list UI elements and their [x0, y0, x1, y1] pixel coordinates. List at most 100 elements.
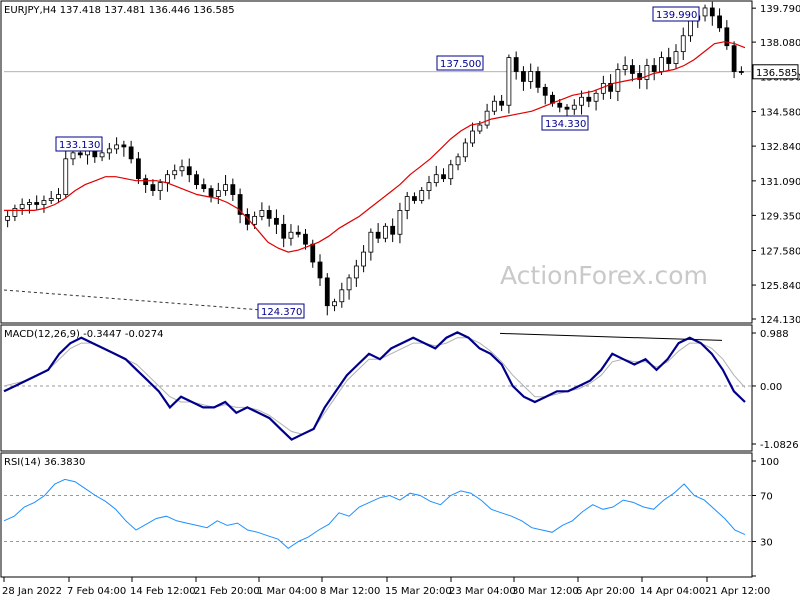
candle-body [56, 194, 61, 199]
candle-body [179, 166, 185, 172]
candle-body [121, 144, 127, 148]
candle-body [448, 164, 454, 180]
candle-body [477, 124, 483, 132]
y-tick-label: 125.840 [760, 281, 800, 292]
candle-body [63, 158, 69, 195]
chart-title: EURJPY,H4 137.418 137.481 136.446 136.58… [4, 5, 235, 16]
candle-body [252, 215, 258, 225]
candle-body [499, 100, 505, 106]
rsi-y-tick-label: 100 [760, 457, 779, 468]
x-tick-label: 21 Apr 12:00 [705, 586, 770, 597]
x-tick-label: 14 Apr 04:00 [640, 586, 705, 597]
candle-body [324, 277, 330, 307]
candle-body [673, 51, 679, 64]
candle-body [77, 152, 83, 156]
candle-body [462, 142, 468, 158]
candle-body [135, 158, 141, 180]
y-tick-label: 139.790 [760, 4, 800, 15]
chart-canvas: ActionForex.com 139.790138.080136.350134… [0, 0, 800, 600]
candle-body [615, 69, 621, 92]
candle-body [412, 196, 417, 201]
candle-body [717, 15, 722, 29]
candle-body [419, 190, 425, 201]
candle-body [390, 225, 396, 235]
candle-body [172, 170, 178, 176]
candle-body [303, 233, 308, 245]
candle-body [629, 65, 635, 74]
macd-y-tick-label: 0.988 [760, 329, 789, 340]
candle-body [48, 198, 54, 201]
rsi-y-tick-label: 70 [760, 492, 773, 503]
x-tick-label: 1 Mar 04:00 [257, 586, 317, 597]
candle-body [70, 152, 76, 160]
candle-body [513, 57, 519, 72]
price-annotation-label: 137.500 [440, 59, 481, 70]
candle-body [382, 225, 388, 239]
candle-body [19, 204, 25, 209]
candle-body [659, 57, 664, 72]
candle-body [128, 146, 134, 160]
x-tick-label: 15 Mar 20:00 [385, 586, 452, 597]
candle-body [433, 174, 439, 184]
x-tick-label: 23 Mar 04:00 [449, 586, 516, 597]
y-tick-label: 134.580 [760, 108, 800, 119]
candle-body [579, 96, 584, 106]
candle-body [571, 104, 577, 110]
candle-body [651, 65, 657, 72]
candle-body [688, 19, 693, 37]
price-annotation-label: 139.990 [656, 10, 697, 21]
candle-body [644, 65, 650, 80]
x-tick-label: 28 Jan 2022 [2, 586, 62, 597]
price-annotation-label: 134.330 [545, 119, 586, 130]
candle-body [34, 202, 40, 205]
candle-body [535, 71, 541, 88]
candle-body [666, 57, 672, 64]
candle-body [208, 188, 214, 197]
candle-body [622, 65, 628, 70]
y-tick-label: 138.080 [760, 38, 800, 49]
x-tick-label: 8 Mar 12:00 [320, 586, 380, 597]
x-tick-label: 14 Feb 12:00 [130, 586, 196, 597]
candle-body [41, 200, 47, 205]
candle-body [223, 184, 228, 191]
candle-body [288, 231, 294, 239]
rsi-label: RSI(14) 36.3830 [4, 457, 85, 468]
candle-body [455, 156, 461, 166]
candle-body [266, 210, 272, 219]
candle-body [346, 277, 352, 291]
price-annotation-label: 124.370 [261, 307, 302, 318]
macd-label: MACD(12,26,9) -0.3447 -0.0274 [4, 329, 164, 340]
candle-body [731, 45, 737, 72]
candle-body [27, 202, 32, 205]
y-tick-label: 124.130 [760, 315, 800, 326]
candle-body [368, 231, 374, 253]
current-price-label: 136.585 [756, 68, 797, 79]
rsi-y-tick-label: 30 [760, 538, 773, 549]
candle-body [12, 208, 18, 217]
candle-body [353, 265, 359, 279]
candle-body [528, 71, 534, 82]
candle-body [99, 152, 105, 158]
x-tick-label: 6 Apr 20:00 [576, 586, 635, 597]
x-tick-label: 21 Feb 20:00 [194, 586, 260, 597]
candle-body [506, 57, 512, 106]
watermark: ActionForex.com [500, 261, 708, 290]
candle-body [157, 182, 163, 191]
candle-body [150, 184, 156, 191]
candle-body [593, 92, 599, 102]
candle-body [397, 210, 403, 235]
candle-body [201, 184, 207, 189]
candle-body [106, 148, 112, 154]
candle-body [564, 106, 570, 110]
candle-body [295, 231, 301, 235]
candle-body [491, 100, 497, 112]
candle-body [441, 174, 446, 180]
x-tick-label: 7 Feb 04:00 [67, 586, 126, 597]
candle-body [375, 231, 381, 239]
y-tick-label: 131.090 [760, 177, 800, 188]
candle-body [92, 150, 98, 158]
candle-body [281, 223, 287, 239]
candle-body [259, 210, 265, 217]
candle-body [542, 86, 548, 96]
x-tick-label: 30 Mar 12:00 [512, 586, 579, 597]
